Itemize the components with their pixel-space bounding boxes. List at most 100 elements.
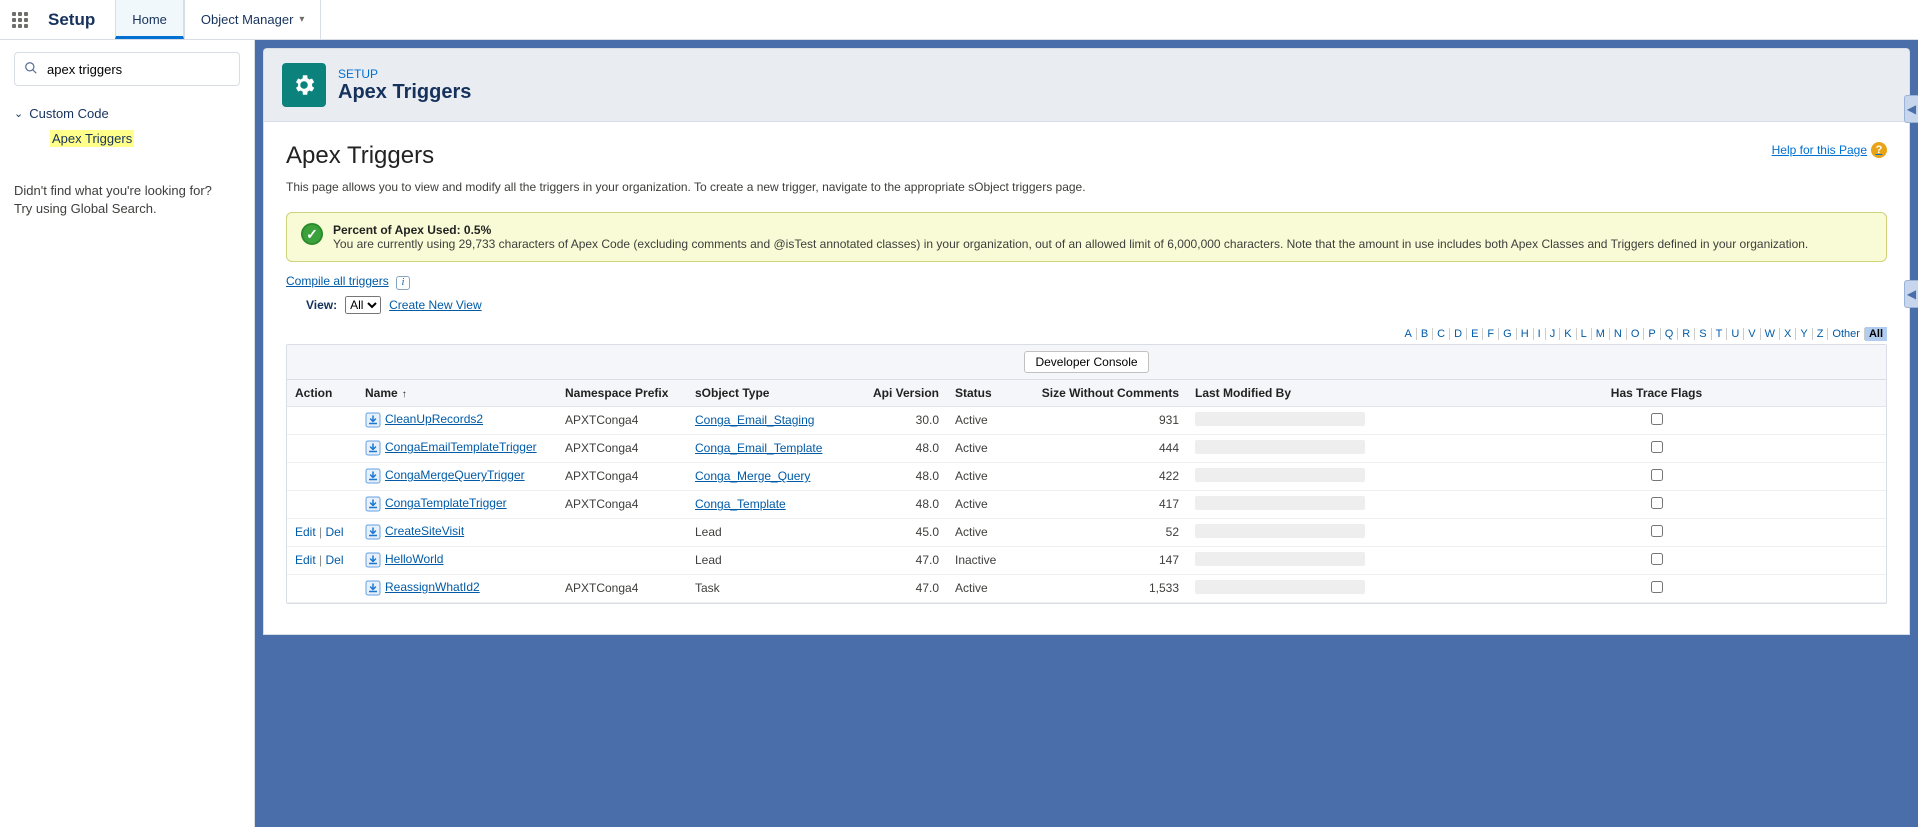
download-icon[interactable] [365,496,381,512]
col-sobject[interactable]: sObject Type [687,380,857,407]
trigger-name-link[interactable]: CongaMergeQueryTrigger [385,468,525,482]
namespace-cell: APXTConga4 [557,434,687,462]
sobject-link[interactable]: Conga_Email_Template [695,441,822,455]
alpha-filter-J[interactable]: J [1546,328,1561,340]
view-select[interactable]: All [345,296,381,314]
alpha-filter-G[interactable]: G [1499,328,1517,340]
info-icon[interactable]: i [396,276,410,290]
help-link[interactable]: Help for this Page ? [1772,142,1887,158]
alpha-filter: ABCDEFGHIJKLMNOPQRSTUVWXYZOtherAll [286,328,1887,340]
help-icon: ? [1871,142,1887,158]
triggers-table: Action Name↑ Namespace Prefix sObject Ty… [287,380,1886,603]
col-status[interactable]: Status [947,380,1017,407]
sobject-text: Task [695,581,720,595]
status-cell: Active [947,462,1017,490]
side-panel-toggle[interactable]: ◀ [1904,95,1918,123]
alpha-filter-Y[interactable]: Y [1796,328,1812,340]
compile-all-link[interactable]: Compile all triggers [286,274,389,288]
table-row: Edit | DelCreateSiteVisitLead45.0Active5… [287,518,1886,546]
status-cell: Inactive [947,546,1017,574]
tab-home[interactable]: Home [115,0,184,39]
table-row: CongaEmailTemplateTrigger APXTConga4 Conga… [287,434,1886,462]
tab-object-manager[interactable]: Object Manager▾ [184,0,322,39]
alpha-filter-V[interactable]: V [1744,328,1760,340]
size-cell: 1,533 [1017,574,1187,602]
alpha-filter-M[interactable]: M [1592,328,1610,340]
alpha-filter-L[interactable]: L [1577,328,1592,340]
alpha-filter-B[interactable]: B [1417,328,1433,340]
trace-checkbox[interactable] [1651,497,1663,509]
namespace-cell [557,546,687,574]
chevron-down-icon: ▾ [299,14,304,25]
col-trace[interactable]: Has Trace Flags [1427,380,1886,407]
del-link[interactable]: Del [326,525,344,539]
alpha-filter-U[interactable]: U [1727,328,1744,340]
alpha-filter-Q[interactable]: Q [1661,328,1679,340]
trace-checkbox[interactable] [1651,525,1663,537]
status-cell: Active [947,574,1017,602]
trace-checkbox[interactable] [1651,413,1663,425]
download-icon[interactable] [365,468,381,484]
alpha-filter-E[interactable]: E [1467,328,1483,340]
alpha-filter-N[interactable]: N [1610,328,1627,340]
col-modified-by[interactable]: Last Modified By [1187,380,1427,407]
namespace-cell: APXTConga4 [557,406,687,434]
alpha-filter-H[interactable]: H [1517,328,1534,340]
alpha-filter-I[interactable]: I [1534,328,1546,340]
download-icon[interactable] [365,552,381,568]
alpha-filter-K[interactable]: K [1560,328,1576,340]
download-icon[interactable] [365,580,381,596]
alpha-filter-A[interactable]: A [1400,328,1416,340]
trigger-name-link[interactable]: HelloWorld [385,552,443,566]
col-namespace[interactable]: Namespace Prefix [557,380,687,407]
trace-checkbox[interactable] [1651,553,1663,565]
alpha-filter-all[interactable]: All [1865,327,1887,341]
quick-find-input[interactable] [14,52,240,86]
sobject-link[interactable]: Conga_Merge_Query [695,469,810,483]
alpha-filter-D[interactable]: D [1450,328,1467,340]
alpha-filter-P[interactable]: P [1644,328,1660,340]
alpha-filter-S[interactable]: S [1695,328,1711,340]
trigger-name-link[interactable]: CleanUpRecords2 [385,412,483,426]
app-launcher-icon[interactable] [0,12,40,28]
download-icon[interactable] [365,412,381,428]
create-view-link[interactable]: Create New View [389,298,481,312]
trace-checkbox[interactable] [1651,581,1663,593]
col-name[interactable]: Name↑ [357,380,557,407]
api-cell: 47.0 [857,546,947,574]
trigger-name-link[interactable]: ReassignWhatId2 [385,580,480,594]
alpha-filter-C[interactable]: C [1433,328,1450,340]
del-link[interactable]: Del [326,553,344,567]
gear-icon [282,63,326,107]
sobject-link[interactable]: Conga_Email_Staging [695,413,814,427]
developer-console-button[interactable]: Developer Console [1024,351,1148,373]
modified-by-cell [1195,552,1365,566]
tree-node-custom-code[interactable]: ⌄ Custom Code [14,102,240,125]
alpha-filter-X[interactable]: X [1780,328,1796,340]
size-cell: 417 [1017,490,1187,518]
side-panel-toggle-2[interactable]: ◀ [1904,280,1918,308]
sobject-link[interactable]: Conga_Template [695,497,786,511]
alpha-filter-T[interactable]: T [1712,328,1728,340]
edit-link[interactable]: Edit [295,553,316,567]
trigger-name-link[interactable]: CreateSiteVisit [385,524,464,538]
tree-item-apex-triggers[interactable]: Apex Triggers [14,125,240,152]
trace-checkbox[interactable] [1651,469,1663,481]
api-cell: 47.0 [857,574,947,602]
alpha-filter-O[interactable]: O [1627,328,1645,340]
edit-link[interactable]: Edit [295,525,316,539]
download-icon[interactable] [365,524,381,540]
col-size[interactable]: Size Without Comments [1017,380,1187,407]
trigger-name-link[interactable]: CongaEmailTemplateTrigger [385,440,537,454]
col-api[interactable]: Api Version [857,380,947,407]
trace-checkbox[interactable] [1651,441,1663,453]
alpha-filter-W[interactable]: W [1761,328,1780,340]
alpha-filter-Z[interactable]: Z [1813,328,1829,340]
alpha-filter-F[interactable]: F [1483,328,1499,340]
download-icon[interactable] [365,440,381,456]
alpha-filter-R[interactable]: R [1678,328,1695,340]
table-row: CongaTemplateTriggerAPXTConga4Conga_Temp… [287,490,1886,518]
alpha-filter-other[interactable]: Other [1828,328,1865,340]
modified-by-cell [1195,412,1365,426]
trigger-name-link[interactable]: CongaTemplateTrigger [385,496,507,510]
